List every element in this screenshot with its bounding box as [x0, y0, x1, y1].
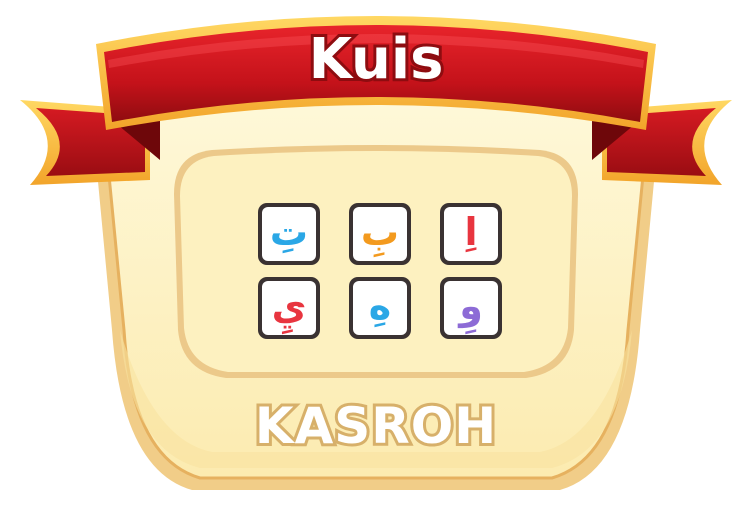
letter-glyph: بِ — [360, 210, 400, 254]
category-label: KASROH — [255, 397, 497, 455]
letter-tile-ta[interactable]: تِ — [258, 203, 320, 265]
letter-glyph: تِ — [269, 210, 309, 254]
letter-tile-face: هِ — [353, 281, 407, 335]
letter-tile-ya[interactable]: يِ — [258, 277, 320, 339]
letter-tile-wa[interactable]: وِ — [440, 277, 502, 339]
letter-tile-alif[interactable]: اِ — [440, 203, 502, 265]
letter-glyph: اِ — [464, 210, 478, 254]
letter-tile-face: اِ — [444, 207, 498, 261]
letter-tile-face: يِ — [262, 281, 316, 335]
letter-grid: تِ بِ اِ يِ هِ وِ — [258, 203, 506, 339]
letter-tile-face: بِ — [353, 207, 407, 261]
letter-glyph: وِ — [459, 284, 483, 328]
quiz-title: Kuis — [309, 27, 444, 92]
letter-tile-ha[interactable]: هِ — [349, 277, 411, 339]
letter-tile-face: تِ — [262, 207, 316, 261]
letter-glyph: يِ — [271, 284, 307, 328]
letter-glyph: هِ — [368, 284, 392, 328]
letter-tile-ba[interactable]: بِ — [349, 203, 411, 265]
letter-tile-face: وِ — [444, 281, 498, 335]
